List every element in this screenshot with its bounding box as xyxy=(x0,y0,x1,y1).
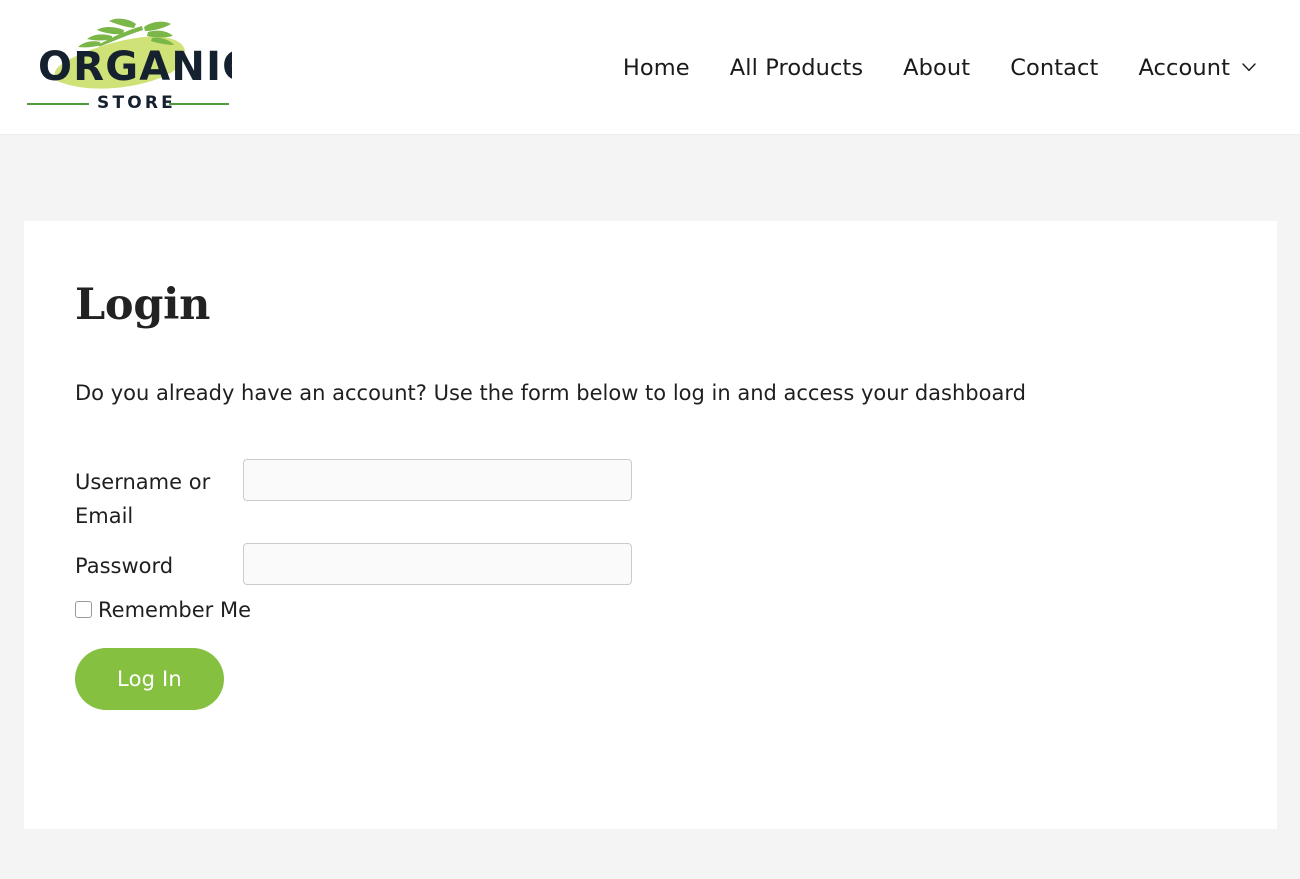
password-label: Password xyxy=(75,553,174,578)
form-row-password: Password xyxy=(75,542,1225,585)
page-body: Login Do you already have an account? Us… xyxy=(0,135,1300,879)
nav-item-all-products[interactable]: All Products xyxy=(710,49,883,87)
logo-artwork: ORGANIC STORE xyxy=(27,18,232,113)
site-header: ORGANIC STORE Home All Products About Co… xyxy=(0,0,1300,135)
nav-item-home[interactable]: Home xyxy=(603,49,710,87)
nav-item-contact[interactable]: Contact xyxy=(990,49,1118,87)
password-input[interactable] xyxy=(243,542,632,585)
remember-me-checkbox[interactable] xyxy=(75,601,92,619)
form-row-remember: Remember Me xyxy=(75,598,1225,622)
logo-wordmark-store: STORE xyxy=(27,93,229,113)
log-in-button[interactable]: Log In xyxy=(75,647,224,710)
nav-item-about-label: About xyxy=(903,54,971,81)
nav-item-account-label: Account xyxy=(1138,54,1230,81)
username-input[interactable] xyxy=(243,458,632,501)
nav-item-contact-label: Contact xyxy=(1010,54,1099,81)
svg-text:ORGANIC: ORGANIC xyxy=(38,44,232,90)
nav-item-home-label: Home xyxy=(622,54,690,81)
nav-item-account[interactable]: Account xyxy=(1118,49,1278,87)
nav-item-all-products-label: All Products xyxy=(729,54,864,81)
organic-store-logo[interactable]: ORGANIC STORE xyxy=(24,8,232,120)
main-navigation: Home All Products About Contact Account xyxy=(603,0,1278,135)
chevron-down-icon[interactable] xyxy=(1242,63,1256,72)
nav-item-about[interactable]: About xyxy=(883,49,990,87)
page-title: Login xyxy=(75,280,211,330)
page-description: Do you already have an account? Use the … xyxy=(75,381,1026,406)
svg-text:STORE: STORE xyxy=(97,93,176,113)
logo-wordmark-organic: ORGANIC xyxy=(38,44,232,90)
username-label: Username or Email xyxy=(75,469,211,528)
login-card: Login Do you already have an account? Us… xyxy=(24,221,1277,829)
remember-me-label[interactable]: Remember Me xyxy=(98,598,251,622)
form-row-username: Username or Email xyxy=(75,458,1225,533)
login-form: Username or Email Password Remember Me L… xyxy=(75,458,1225,710)
